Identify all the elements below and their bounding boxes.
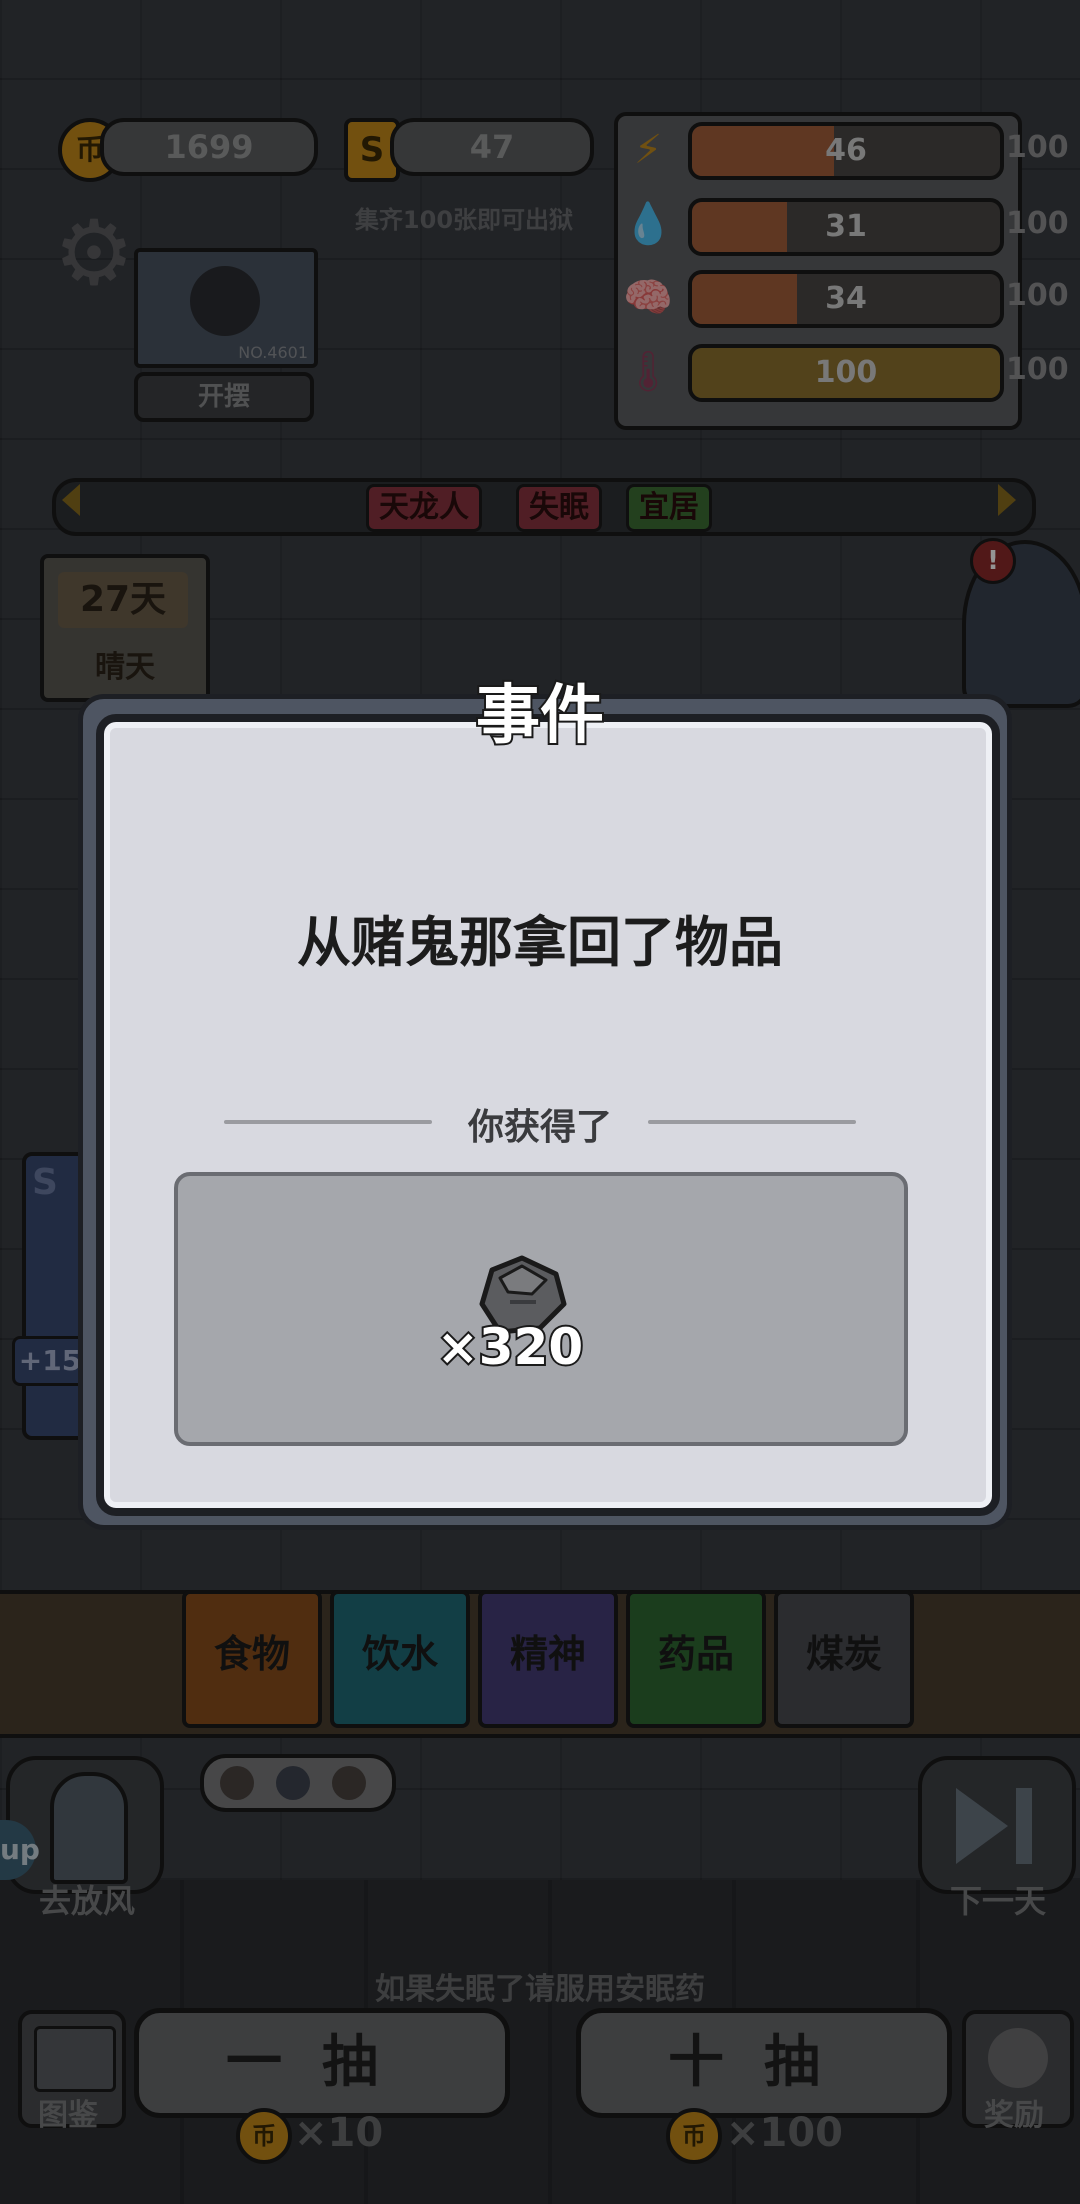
modal-title: 事件: [474, 677, 606, 755]
event-message: 从赌鬼那拿回了物品: [297, 911, 783, 974]
reward-quantity: ×320: [435, 1316, 585, 1378]
divider-right: [648, 1120, 856, 1124]
reward-label: 你获得了: [467, 1107, 612, 1148]
